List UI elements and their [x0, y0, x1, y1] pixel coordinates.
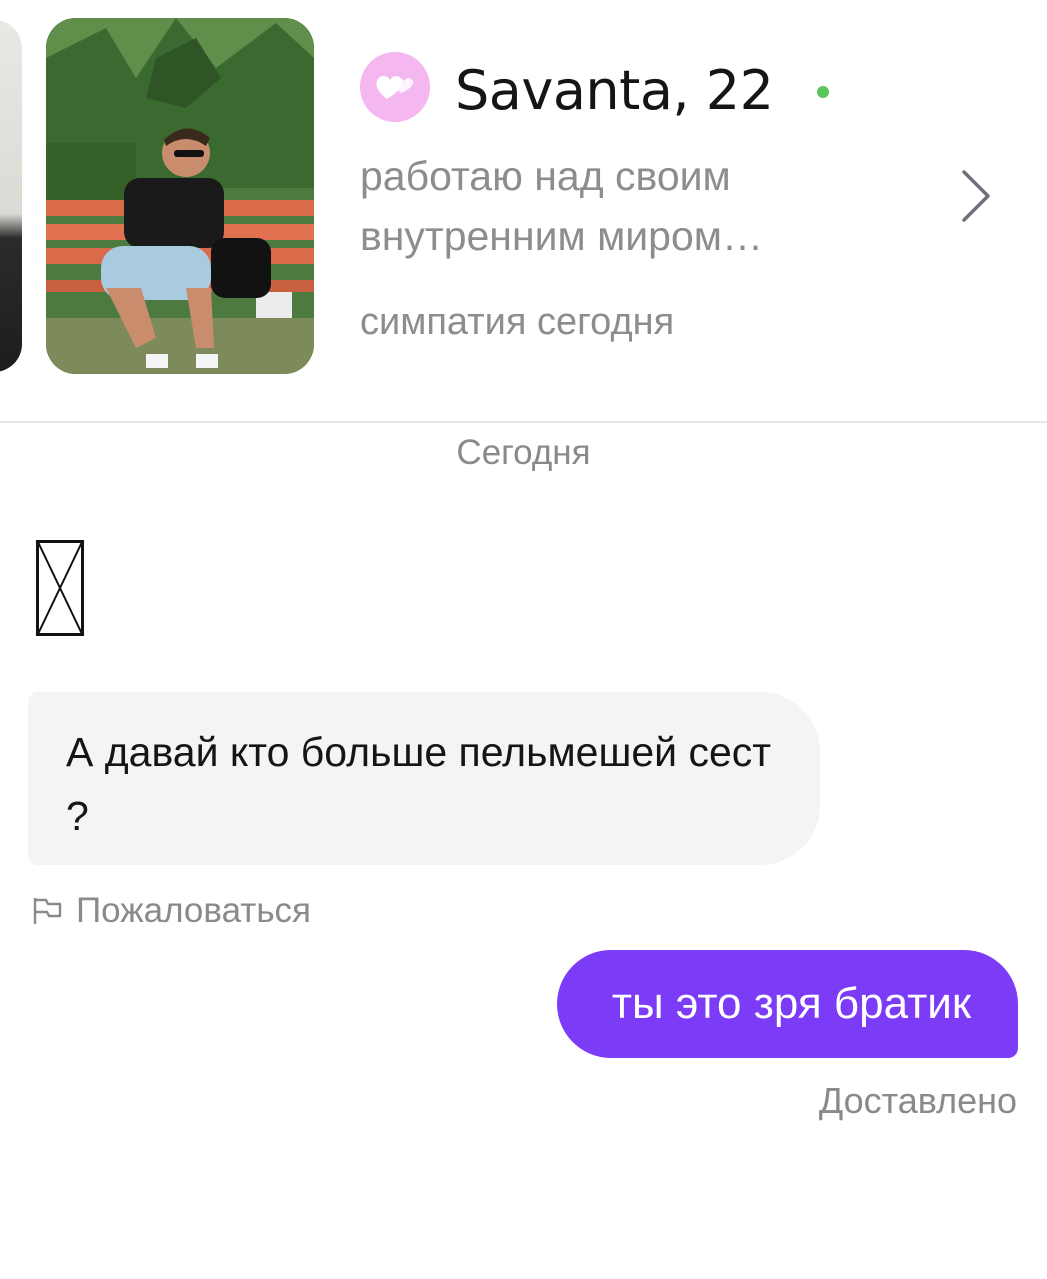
report-label: Пожаловаться: [76, 891, 312, 930]
profile-name[interactable]: Savanta, 22: [455, 56, 774, 126]
delivery-status: Доставлено: [818, 1080, 1017, 1121]
profile-photo-image: [46, 18, 314, 374]
match-badge: [360, 52, 430, 122]
missing-glyph-icon: [36, 540, 84, 636]
profile-bio[interactable]: работаю над своим внутренним миром…: [360, 146, 880, 266]
flag-icon: [33, 898, 62, 924]
report-button[interactable]: Пожаловаться: [32, 890, 311, 932]
previous-photo[interactable]: [0, 20, 22, 372]
message-outgoing[interactable]: ты это зря братик: [557, 950, 1018, 1058]
hearts-icon: [376, 75, 414, 99]
message-incoming[interactable]: А давай кто больше пельмешей сест ?: [28, 692, 820, 865]
online-indicator: [817, 86, 829, 98]
match-status: симпатия сегодня: [360, 301, 675, 343]
date-separator: Сегодня: [456, 433, 591, 472]
profile-photo[interactable]: [46, 18, 314, 374]
header-divider: [0, 421, 1047, 423]
chevron-right-icon[interactable]: [952, 166, 1000, 226]
